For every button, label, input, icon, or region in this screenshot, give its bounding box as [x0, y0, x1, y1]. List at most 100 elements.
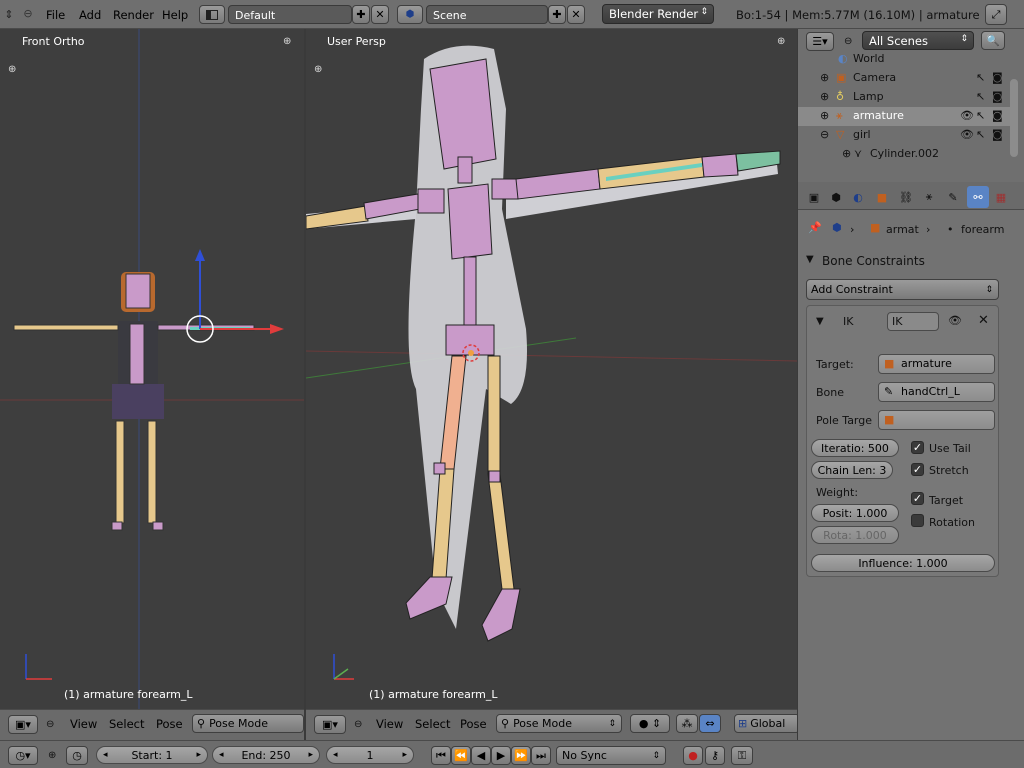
- influence-slider[interactable]: Influence: 1.000: [811, 554, 995, 572]
- scene-field[interactable]: Scene: [426, 5, 548, 24]
- remove-layout-icon[interactable]: ✕: [371, 5, 389, 24]
- fullscreen-icon[interactable]: ⤢: [985, 4, 1007, 25]
- cursor-icon[interactable]: ↖: [976, 109, 985, 122]
- render-icon[interactable]: ◙: [992, 90, 1003, 103]
- record-icon[interactable]: ●: [683, 746, 703, 765]
- insert-keyframe-icon[interactable]: ⚿: [731, 746, 753, 765]
- render-engine-dropdown[interactable]: Blender Render ⇕: [602, 4, 714, 24]
- menu-render[interactable]: Render: [113, 8, 154, 22]
- cursor-icon[interactable]: ↖: [976, 71, 985, 84]
- add-constraint-dropdown[interactable]: Add Constraint ⇕: [806, 279, 999, 300]
- manipulator-toggle-icon[interactable]: ⇔: [699, 714, 721, 733]
- outliner-display-dropdown[interactable]: All Scenes ⇕: [862, 31, 974, 50]
- editor-type-icon[interactable]: ▣▾: [8, 715, 38, 734]
- scene-icon[interactable]: ⬢: [397, 5, 423, 24]
- texture-tab-icon[interactable]: ▦: [991, 188, 1011, 206]
- collapse-menu-icon[interactable]: ⊖: [46, 719, 54, 730]
- constraint-name-field[interactable]: IK: [887, 312, 939, 331]
- bone-constraints-header[interactable]: ▼ Bone Constraints: [804, 250, 1018, 272]
- expand-icon[interactable]: ⊕: [842, 147, 851, 160]
- armature-tab-icon[interactable]: ⚹: [919, 188, 939, 206]
- sync-dropdown[interactable]: No Sync ⇕: [556, 746, 666, 765]
- iterations-field[interactable]: Iteratio: 500: [811, 439, 899, 457]
- outliner-scrollbar[interactable]: [1010, 79, 1018, 157]
- remove-scene-icon[interactable]: ✕: [567, 5, 585, 24]
- stretch-checkbox[interactable]: ✓: [911, 463, 924, 476]
- position-weight-field[interactable]: Posit: 1.000: [811, 504, 899, 522]
- render-tab-icon[interactable]: ▣: [804, 188, 824, 206]
- outliner-row-camera[interactable]: ⊕ ▣ Camera ↖ ◙: [798, 69, 1010, 88]
- bone-constraint-tab-icon[interactable]: ⚯: [967, 186, 989, 208]
- menu-view[interactable]: View: [70, 717, 97, 731]
- world-tab-icon[interactable]: ◐: [848, 188, 868, 206]
- menu-add[interactable]: Add: [79, 8, 101, 22]
- current-frame-field[interactable]: ◂ 1 ▸: [326, 746, 414, 764]
- viewport-user-persp[interactable]: User Persp ⊕ ⊕ (1) armature forearm_L: [306, 29, 797, 709]
- play-reverse-icon[interactable]: ◀: [471, 746, 491, 765]
- object-tab-icon[interactable]: ■: [872, 188, 892, 206]
- menu-help[interactable]: Help: [162, 8, 188, 22]
- pole-target-field[interactable]: ■: [878, 410, 995, 430]
- jump-keyframe-back-icon[interactable]: ⏪: [451, 746, 471, 765]
- layout-field[interactable]: Default: [228, 5, 352, 24]
- play-icon[interactable]: ▶: [491, 746, 511, 765]
- add-scene-icon[interactable]: ✚: [548, 5, 566, 24]
- target-field[interactable]: ■ armature: [878, 354, 995, 374]
- collapse-menu-icon[interactable]: ⊖: [22, 7, 34, 20]
- viewport-shading-dropdown[interactable]: ● ⇕: [630, 714, 670, 733]
- menu-pose[interactable]: Pose: [460, 717, 487, 731]
- menu-file[interactable]: File: [46, 8, 65, 22]
- eye-icon[interactable]: 👁: [948, 314, 962, 327]
- target-checkbox[interactable]: ✓: [911, 492, 924, 505]
- expand-icon[interactable]: ⊕: [820, 90, 829, 103]
- viewport-front-ortho[interactable]: Front Ortho ⊕ ⊕ (1) armature forearm_L: [0, 29, 304, 709]
- menu-select[interactable]: Select: [109, 717, 144, 731]
- editor-type-icon[interactable]: ⇕: [2, 6, 16, 22]
- editor-type-icon[interactable]: ☰▾: [806, 32, 834, 51]
- add-layout-icon[interactable]: ✚: [352, 5, 370, 24]
- rotation-checkbox[interactable]: [911, 514, 924, 527]
- outliner-row-cylinder[interactable]: ⊕ ⋎ Cylinder.002: [798, 145, 1010, 164]
- outliner-row-armature[interactable]: ⊕ ⚹ armature 👁 ↖ ◙: [798, 107, 1010, 126]
- constraint-tab-icon[interactable]: ⛓: [896, 188, 916, 206]
- menu-select[interactable]: Select: [415, 717, 450, 731]
- outliner-row-girl[interactable]: ⊖ ▽ girl 👁 ↖ ◙: [798, 126, 1010, 145]
- jump-start-icon[interactable]: ⏮: [431, 746, 451, 765]
- outliner-row-lamp[interactable]: ⊕ ♁ Lamp ↖ ◙: [798, 88, 1010, 107]
- bone-tab-icon[interactable]: ✎: [943, 188, 963, 206]
- outliner-row-world[interactable]: ◐ World: [798, 50, 1010, 69]
- keying-set-icon[interactable]: ⚷: [705, 746, 725, 765]
- collapse-icon[interactable]: ⊖: [820, 128, 829, 141]
- expand-icon[interactable]: ⊕: [820, 109, 829, 122]
- pin-icon[interactable]: 📌: [808, 221, 822, 234]
- menu-pose[interactable]: Pose: [156, 717, 183, 731]
- pivot-point-icon[interactable]: ⁂: [676, 714, 698, 733]
- mode-dropdown[interactable]: ⚲ Pose Mode: [192, 714, 304, 733]
- use-tail-checkbox[interactable]: ✓: [911, 441, 924, 454]
- eye-icon[interactable]: 👁: [960, 128, 974, 141]
- render-icon[interactable]: ◙: [992, 109, 1003, 122]
- eye-icon[interactable]: 👁: [960, 109, 974, 122]
- render-icon[interactable]: ◙: [992, 71, 1003, 84]
- cursor-icon[interactable]: ↖: [976, 128, 985, 141]
- bone-field[interactable]: ✎ handCtrl_L: [878, 382, 995, 402]
- collapse-menu-icon[interactable]: ⊕: [48, 750, 56, 761]
- editor-type-icon[interactable]: ◷▾: [8, 746, 38, 765]
- cursor-icon[interactable]: ↖: [976, 90, 985, 103]
- render-icon[interactable]: ◙: [992, 128, 1003, 141]
- preview-range-icon[interactable]: ◷: [66, 746, 88, 765]
- scene-tab-icon[interactable]: ⬢: [826, 188, 846, 206]
- orientation-dropdown[interactable]: ⊞ Global: [734, 714, 800, 733]
- collapse-menu-icon[interactable]: ⊖: [354, 719, 362, 730]
- chain-length-field[interactable]: Chain Len: 3: [811, 461, 893, 479]
- search-icon[interactable]: 🔍: [981, 31, 1005, 50]
- expand-icon[interactable]: ⊕: [820, 71, 829, 84]
- editor-type-icon[interactable]: ▣▾: [314, 715, 346, 734]
- close-icon[interactable]: ✕: [978, 313, 989, 328]
- collapse-menu-icon[interactable]: ⊖: [844, 36, 852, 47]
- jump-end-icon[interactable]: ⏭: [531, 746, 551, 765]
- jump-keyframe-forward-icon[interactable]: ⏩: [511, 746, 531, 765]
- start-frame-field[interactable]: ◂ Start: 1 ▸: [96, 746, 208, 764]
- end-frame-field[interactable]: ◂ End: 250 ▸: [212, 746, 320, 764]
- rotation-weight-field[interactable]: Rota: 1.000: [811, 526, 899, 544]
